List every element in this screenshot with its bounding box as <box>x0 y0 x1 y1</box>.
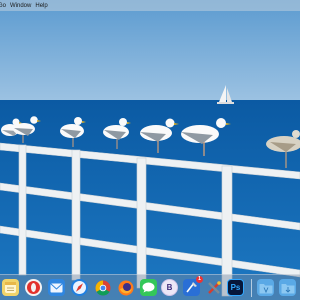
messages-icon[interactable] <box>140 279 157 296</box>
dock-separator <box>251 279 252 297</box>
firefox-icon[interactable] <box>117 279 134 296</box>
xcode-icon[interactable]: 1 <box>183 276 203 296</box>
b-app-label: B <box>166 283 173 292</box>
b-app-icon[interactable]: B <box>161 279 178 296</box>
menu-window[interactable]: Window <box>10 3 31 9</box>
safari-icon[interactable] <box>71 279 88 296</box>
desktop: Go Window Help B 1 Ps <box>0 0 300 300</box>
menu-bar: Go Window Help <box>0 0 300 11</box>
photoshop-label: Ps <box>230 283 241 292</box>
downloads-folder-icon[interactable] <box>279 279 296 296</box>
xcode-badge: 1 <box>196 276 203 283</box>
mail-icon[interactable] <box>48 279 65 296</box>
chrome-icon[interactable] <box>94 279 111 296</box>
wallpaper-seagulls <box>0 0 300 300</box>
dock-container: B 1 Ps <box>0 274 300 300</box>
menu-help[interactable]: Help <box>35 3 47 9</box>
menu-go[interactable]: Go <box>0 3 6 9</box>
opera-icon[interactable] <box>25 279 42 296</box>
dock: B 1 Ps <box>0 274 300 300</box>
photoshop-icon[interactable]: Ps <box>227 279 244 296</box>
applications-folder-icon[interactable] <box>257 279 274 296</box>
notes-icon[interactable] <box>2 279 19 296</box>
tools-icon[interactable] <box>205 279 222 296</box>
